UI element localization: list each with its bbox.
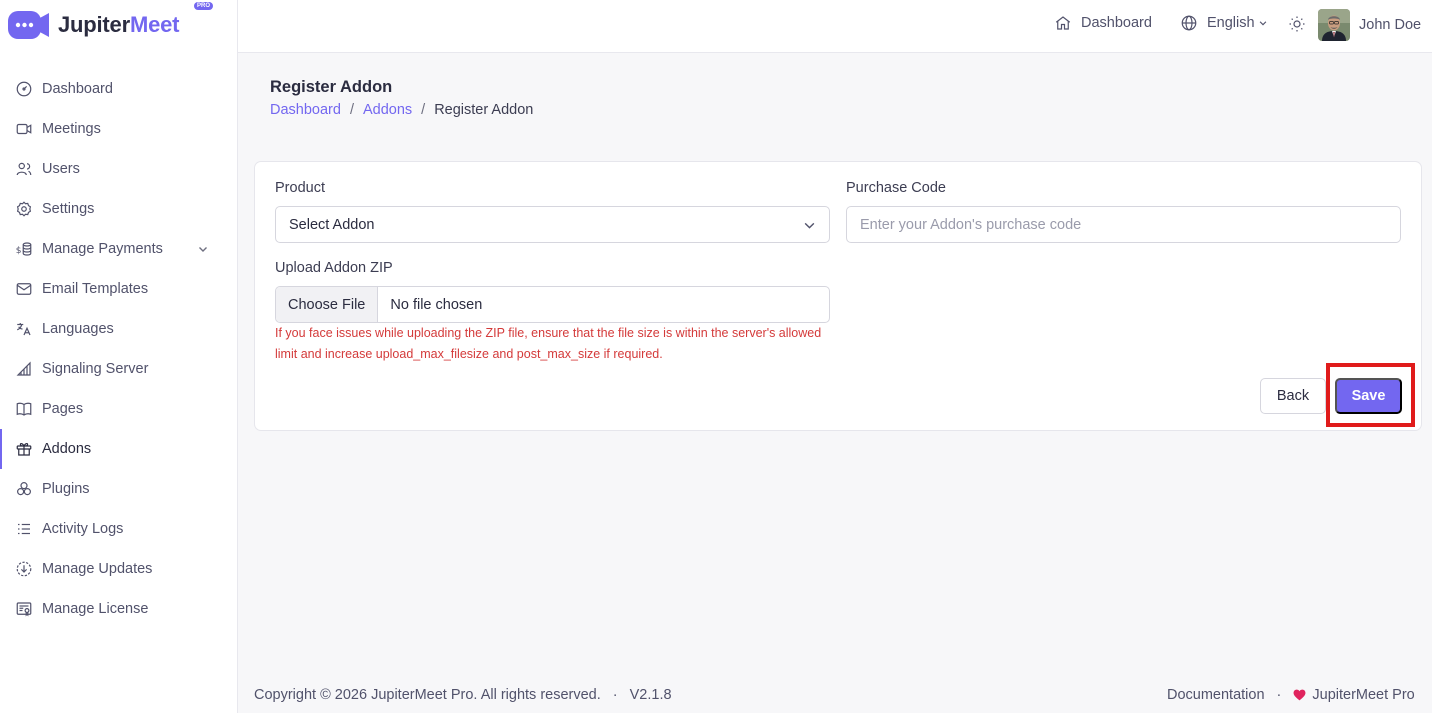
sidebar-item-label: Dashboard (42, 81, 113, 97)
gauge-icon (15, 80, 33, 98)
license-icon (15, 600, 33, 618)
sun-icon[interactable] (1288, 15, 1306, 33)
sidebar-item-manage-updates[interactable]: Manage Updates (0, 549, 238, 589)
product-select-value: Select Addon (289, 216, 375, 233)
sidebar-item-label: Manage Updates (42, 561, 153, 577)
footer-right: Documentation · JupiterMeet Pro (1167, 687, 1415, 703)
user-name[interactable]: John Doe (1359, 17, 1421, 33)
sidebar-menu: Dashboard Meetings Users Settings $ Mana… (0, 69, 238, 629)
sidebar-item-manage-license[interactable]: Manage License (0, 589, 238, 629)
globe-icon (1181, 15, 1197, 31)
product-select[interactable]: Select Addon (275, 206, 830, 243)
sidebar-item-label: Settings (42, 201, 95, 217)
save-button[interactable]: Save (1335, 378, 1402, 414)
breadcrumb-addons[interactable]: Addons (363, 102, 412, 118)
sidebar-item-languages[interactable]: Languages (0, 309, 238, 349)
list-icon (15, 520, 33, 538)
register-addon-card: Product Select Addon Purchase Code Uploa… (254, 161, 1422, 431)
sidebar-item-signaling-server[interactable]: Signaling Server (0, 349, 238, 389)
product-link[interactable]: JupiterMeet Pro (1312, 687, 1414, 703)
pro-badge: PRO (194, 2, 214, 10)
logo-icon (8, 9, 50, 41)
avatar[interactable] (1318, 9, 1350, 41)
back-button[interactable]: Back (1260, 378, 1326, 414)
version-text: V2.1.8 (629, 687, 672, 703)
brand[interactable]: JupiterMeet (8, 8, 179, 42)
svg-text:$: $ (16, 246, 22, 256)
footer-dot: · (1276, 687, 1282, 703)
gift-icon (15, 440, 33, 458)
header-dashboard-label: Dashboard (1081, 15, 1152, 31)
sidebar-item-label: Email Templates (42, 281, 149, 297)
heart-icon (1293, 689, 1306, 701)
home-icon (1055, 16, 1071, 30)
language-selector[interactable]: English (1180, 14, 1268, 32)
breadcrumb-current: Register Addon (434, 102, 534, 118)
coins-icon: $ (15, 240, 33, 258)
sidebar-item-label: Activity Logs (42, 521, 124, 537)
sidebar-item-manage-payments[interactable]: $ Manage Payments (0, 229, 238, 269)
signal-icon (15, 360, 33, 378)
language-label: English (1207, 15, 1255, 31)
brand-name: JupiterMeet (58, 12, 180, 37)
upload-hint: If you face issues while uploading the Z… (275, 326, 822, 361)
footer-left: Copyright © 2026 JupiterMeet Pro. All ri… (254, 687, 672, 703)
sidebar-item-pages[interactable]: Pages (0, 389, 238, 429)
language-icon (15, 320, 33, 338)
gear-icon (15, 200, 33, 218)
purchase-code-input[interactable] (846, 206, 1401, 243)
header-dashboard-link[interactable]: Dashboard (1054, 14, 1152, 32)
footer-dot: · (612, 687, 618, 703)
download-circle-icon (15, 560, 33, 578)
sidebar-item-label: Signaling Server (42, 361, 149, 377)
sidebar-item-meetings[interactable]: Meetings (0, 109, 238, 149)
plugins-icon (15, 480, 33, 498)
breadcrumb: Dashboard / Addons / Register Addon (270, 102, 533, 118)
mail-icon (15, 280, 33, 298)
upload-zip-label: Upload Addon ZIP (275, 260, 393, 276)
breadcrumb-separator: / (421, 102, 426, 118)
copyright-text: Copyright © 2026 JupiterMeet Pro. All ri… (254, 687, 601, 703)
product-label: Product (275, 180, 325, 196)
chevron-down-icon (804, 222, 815, 229)
purchase-code-label: Purchase Code (846, 180, 946, 196)
sidebar-item-label: Meetings (42, 121, 101, 137)
choose-file-button[interactable]: Choose File (276, 287, 379, 322)
sidebar: JupiterMeet PRO Dashboard Meetings Users… (0, 0, 238, 713)
page-title: Register Addon (270, 78, 393, 96)
sidebar-item-plugins[interactable]: Plugins (0, 469, 238, 509)
sidebar-item-email-templates[interactable]: Email Templates (0, 269, 238, 309)
file-status: No file chosen (390, 296, 483, 313)
sidebar-item-dashboard[interactable]: Dashboard (0, 69, 238, 109)
sidebar-item-label: Manage Payments (42, 241, 163, 257)
sidebar-item-activity-logs[interactable]: Activity Logs (0, 509, 238, 549)
sidebar-item-label: Addons (42, 441, 92, 457)
sidebar-item-users[interactable]: Users (0, 149, 238, 189)
sidebar-item-label: Pages (42, 401, 84, 417)
users-icon (15, 160, 33, 178)
book-icon (15, 400, 33, 418)
chevron-down-icon (199, 247, 207, 252)
video-icon (15, 120, 33, 138)
documentation-link[interactable]: Documentation (1167, 687, 1265, 703)
breadcrumb-dashboard[interactable]: Dashboard (270, 102, 341, 118)
sidebar-item-addons[interactable]: Addons (0, 429, 238, 469)
file-upload-input[interactable]: Choose File No file chosen (275, 286, 830, 323)
sidebar-item-settings[interactable]: Settings (0, 189, 238, 229)
top-header: Dashboard English John Doe (238, 0, 1432, 53)
sidebar-item-label: Languages (42, 321, 114, 337)
sidebar-item-label: Manage License (42, 601, 149, 617)
chevron-down-icon (1259, 21, 1266, 26)
sidebar-item-label: Users (42, 161, 80, 177)
sidebar-item-label: Plugins (42, 481, 90, 497)
breadcrumb-separator: / (349, 102, 354, 118)
